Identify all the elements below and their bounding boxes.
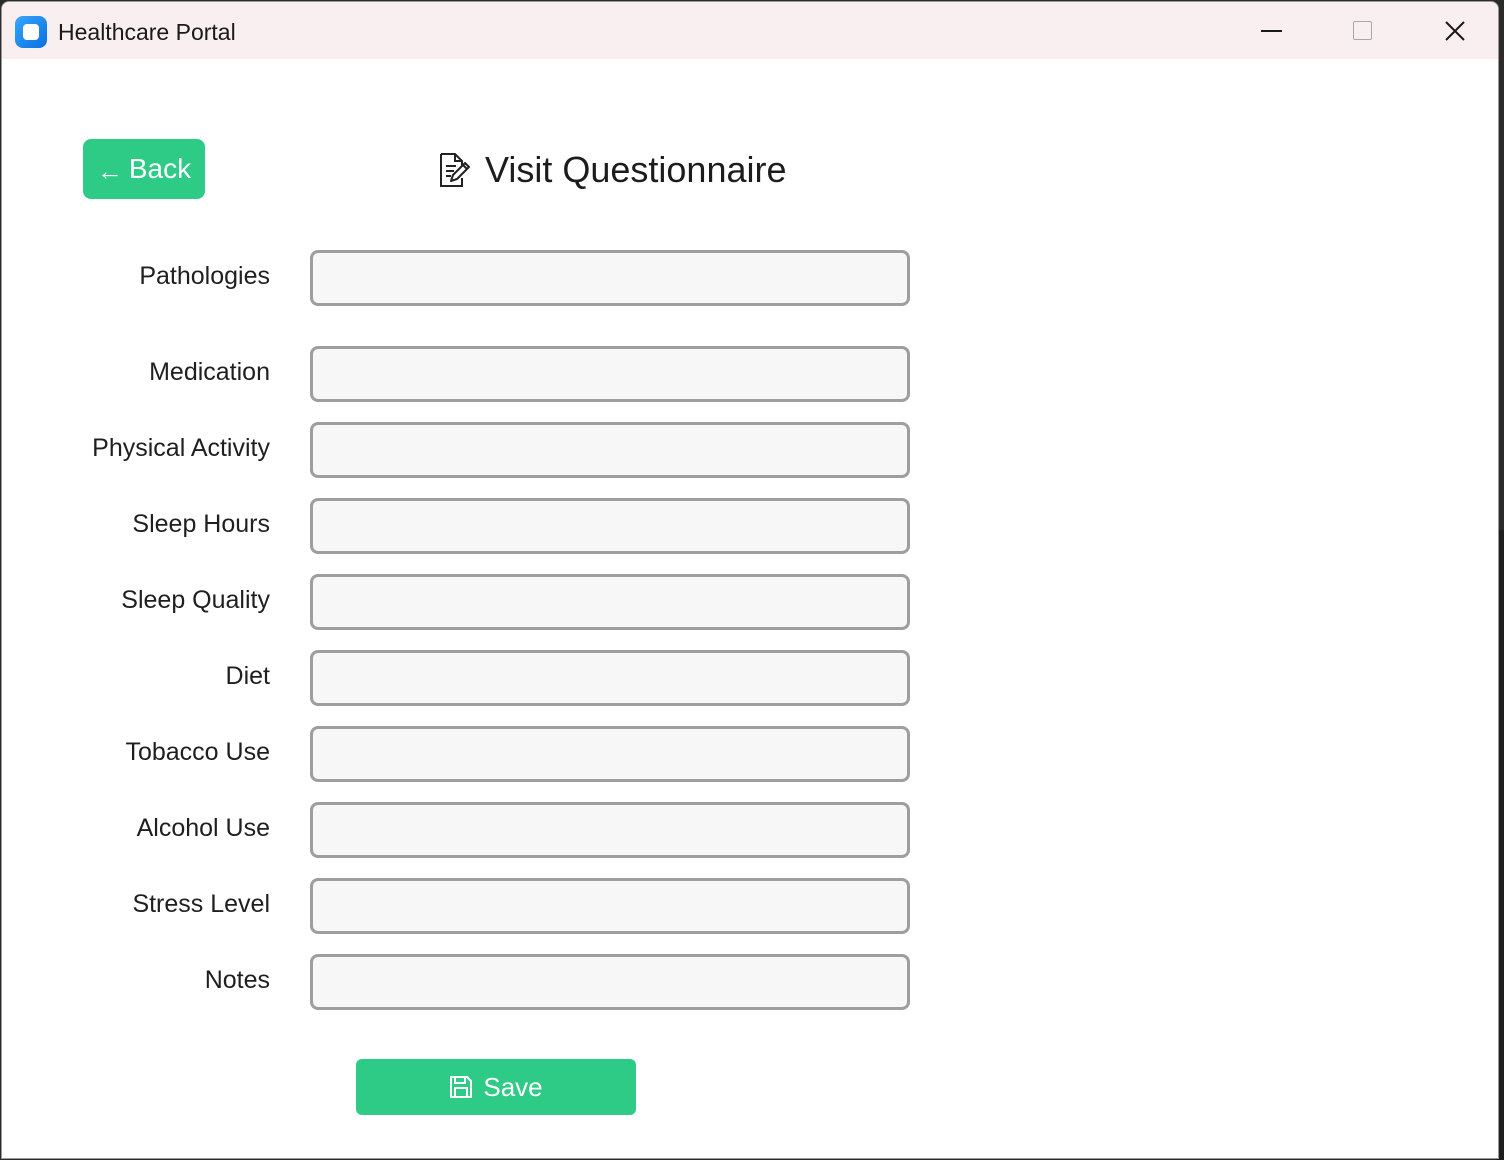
close-icon [1445,20,1465,41]
tobacco-use-label: Tobacco Use [125,738,270,766]
pathologies-input[interactable] [310,250,910,306]
maximize-button[interactable] [1317,2,1407,59]
alcohol-use-label: Alcohol Use [136,814,270,842]
medication-input[interactable] [310,346,910,402]
diet-label: Diet [225,662,270,690]
sleep-quality-label: Sleep Quality [121,586,270,614]
title-bar: Healthcare Portal [2,2,1498,59]
save-button[interactable]: Save [356,1059,636,1115]
tobacco-use-input[interactable] [310,726,910,782]
pathologies-label: Pathologies [139,262,270,290]
app-icon [15,16,47,48]
alcohol-use-input[interactable] [310,802,910,858]
arrow-left-icon: ← [96,156,123,186]
close-button[interactable] [1410,2,1498,59]
page-title: Visit Questionnaire [485,149,787,190]
back-button[interactable]: ← Back [83,139,205,199]
minimize-icon [1260,29,1282,32]
stress-level-label: Stress Level [132,890,270,918]
floppy-disk-icon [450,1076,473,1098]
window-title: Healthcare Portal [58,19,236,45]
page-header: Visit Questionnaire [437,148,787,192]
notes-label: Notes [204,966,270,994]
edit-document-icon [440,153,470,187]
minimize-button[interactable] [1226,2,1316,59]
app-window: Healthcare Portal ← Back Visit Questionn… [1,1,1499,1159]
physical-activity-label: Physical Activity [92,434,270,462]
back-button-label: Back [128,153,192,184]
medication-label: Medication [149,358,270,386]
notes-input[interactable] [310,954,910,1010]
sleep-hours-label: Sleep Hours [132,510,270,538]
save-button-label: Save [483,1071,543,1102]
sleep-hours-input[interactable] [310,498,910,554]
physical-activity-input[interactable] [310,422,910,478]
maximize-icon [1352,21,1372,40]
diet-input[interactable] [310,650,910,706]
stress-level-input[interactable] [310,878,910,934]
sleep-quality-input[interactable] [310,574,910,630]
